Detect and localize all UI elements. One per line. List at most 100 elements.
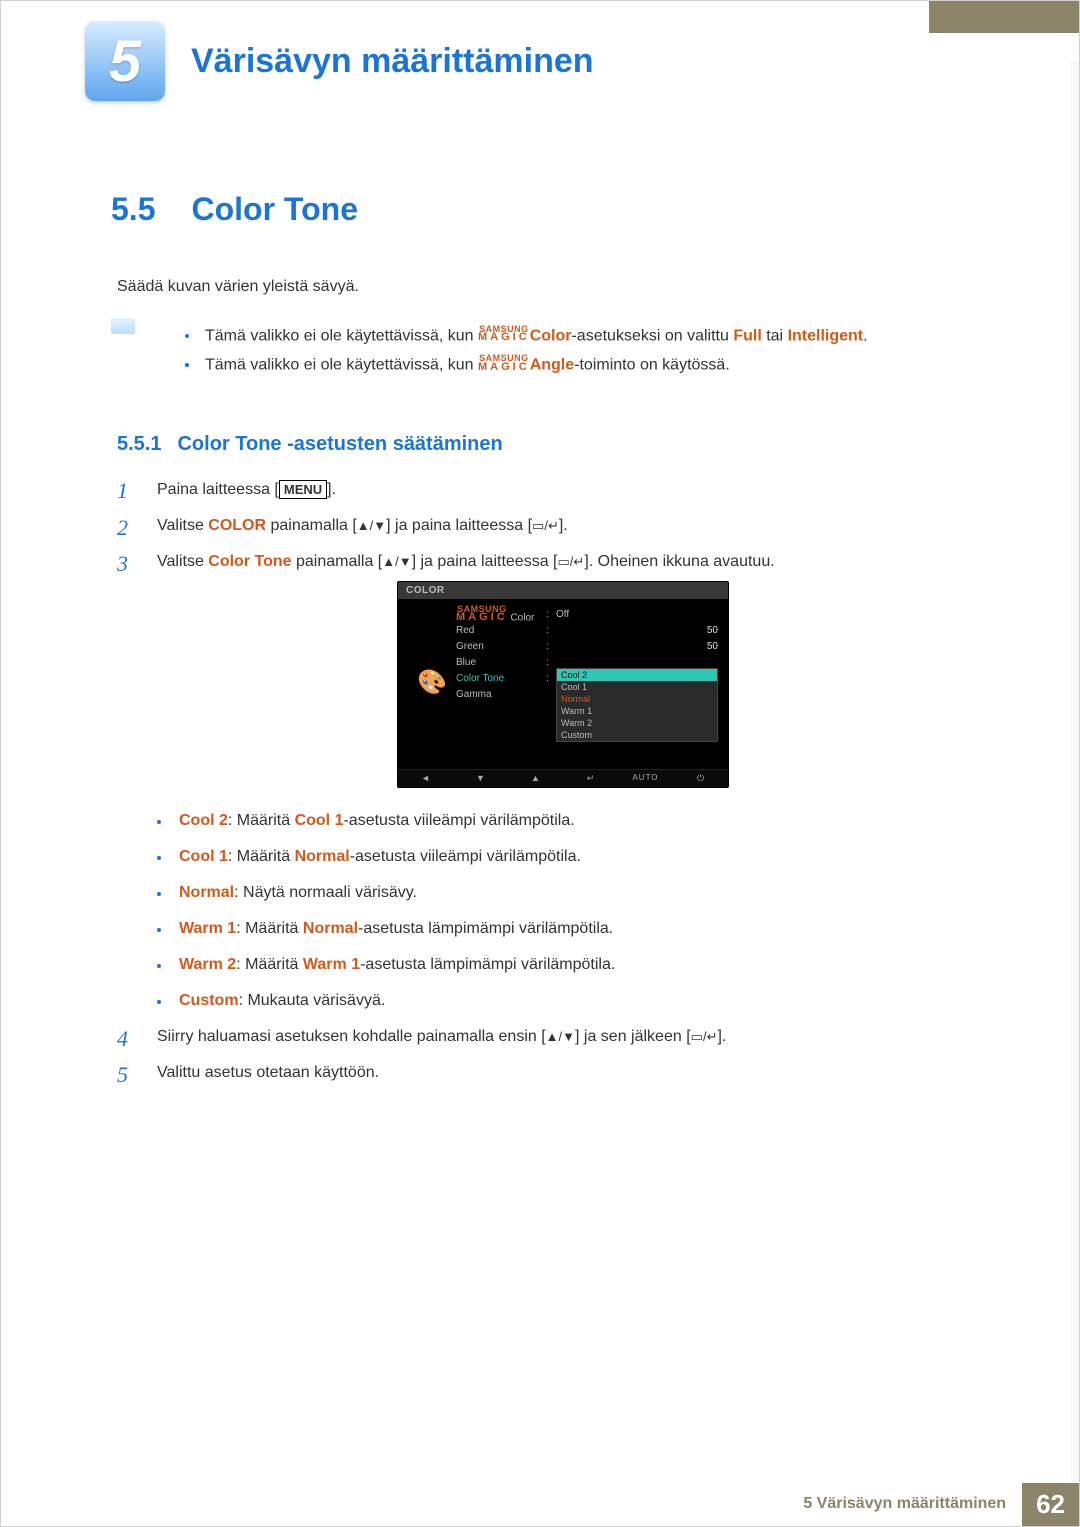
osd-label-highlight: Color Tone — [456, 673, 546, 684]
step-text: Paina laitteessa [ — [157, 481, 279, 498]
step-text: ]. — [327, 481, 336, 498]
keyword: Normal — [303, 920, 358, 937]
osd-row: Green:50 — [456, 639, 718, 655]
osd-body: 🎨 SAMSUNGMAGIC Color : Off Red:50 Green:… — [398, 599, 728, 769]
osd-option: Cool 2 — [557, 669, 717, 681]
source-icon: ▭ — [532, 519, 544, 532]
step-text: Valitse — [157, 553, 208, 570]
chapter-number: 5 — [109, 28, 141, 95]
osd-down-icon: ▼ — [453, 770, 508, 787]
enter-icon: ↵ — [573, 555, 584, 568]
page-footer: 5 Värisävyn määrittäminen 62 — [1, 1483, 1079, 1526]
osd-label: Green — [456, 641, 546, 652]
osd-label: SAMSUNGMAGIC Color — [456, 606, 546, 623]
samsung-magic-logo: SAMSUNGMAGIC — [478, 355, 530, 371]
osd-row: Red:50 — [456, 623, 718, 639]
note-text: -toiminto on käytössä. — [574, 357, 730, 374]
osd-option: Normal — [557, 693, 717, 705]
content: 5.5Color Tone Säädä kuvan värien yleistä… — [1, 101, 1079, 1082]
chapter-header: 5 Värisävyn määrittäminen — [1, 1, 1079, 101]
page: 5 Värisävyn määrittäminen 5.5Color Tone … — [0, 0, 1080, 1527]
step-item: Valittu asetus otetaan käyttöön. — [117, 1064, 969, 1082]
section-heading: 5.5Color Tone — [111, 191, 969, 228]
keyword: Cool 2 — [179, 812, 228, 829]
note-item: Tämä valikko ei ole käytettävissä, kun S… — [185, 355, 868, 374]
decorative-top-bar — [929, 1, 1079, 33]
list-item: Normal: Näytä normaali värisävy. — [157, 884, 969, 902]
list-item: Cool 2: Määritä Cool 1-asetusta viileämp… — [157, 812, 969, 830]
osd-label: Blue — [456, 657, 546, 668]
keyword: Intelligent — [788, 327, 864, 344]
chapter-title: Värisävyn määrittäminen — [191, 42, 594, 81]
osd-option: Warm 1 — [557, 705, 717, 717]
osd-power-icon: ⏻ — [673, 770, 728, 787]
subsection-title: Color Tone -asetusten säätäminen — [177, 433, 502, 455]
source-icon: ▭ — [557, 555, 569, 568]
keyword: Cool 1 — [179, 848, 228, 865]
intro-text: Säädä kuvan värien yleistä sävyä. — [117, 278, 969, 296]
osd-title: COLOR — [398, 582, 728, 599]
step-text: ]. — [559, 517, 568, 534]
note-text: -asetukseksi on valittu — [571, 327, 733, 344]
osd-option: Custom — [557, 729, 717, 741]
list-item: Warm 2: Määritä Warm 1-asetusta lämpimäm… — [157, 956, 969, 974]
page-number: 62 — [1022, 1483, 1079, 1526]
decorative-side-bar — [1071, 61, 1079, 1482]
osd-button-bar: ◄ ▼ ▲ ↵ AUTO ⏻ — [398, 769, 728, 787]
bullet-icon — [185, 363, 189, 367]
step-text: Siirry haluamasi asetuksen kohdalle pain… — [157, 1028, 546, 1045]
footer-chapter-label: 5 Värisävyn määrittäminen — [787, 1483, 1022, 1526]
keyword: Angle — [530, 357, 574, 374]
step-text: painamalla [ — [266, 517, 357, 534]
osd-screenshot: COLOR 🎨 SAMSUNGMAGIC Color : Off Red:50 … — [397, 581, 729, 788]
step-text: ] ja paina laitteessa [ — [386, 517, 532, 534]
list-item: Cool 1: Määritä Normal-asetusta viileämp… — [157, 848, 969, 866]
step-text: ]. Oheinen ikkuna avautuu. — [584, 553, 774, 570]
step-item: Siirry haluamasi asetuksen kohdalle pain… — [117, 1028, 969, 1046]
step-text: ] ja sen jälkeen [ — [575, 1028, 691, 1045]
osd-colon: : — [546, 609, 556, 620]
step-text: ]. — [717, 1028, 726, 1045]
updown-icon: ▲/▼ — [546, 1029, 575, 1044]
keyword: Warm 2 — [179, 956, 236, 973]
enter-icon: ↵ — [548, 519, 559, 532]
option-descriptions: Cool 2: Määritä Cool 1-asetusta viileämp… — [157, 812, 969, 1010]
note-text: Tämä valikko ei ole käytettävissä, kun — [205, 327, 478, 344]
chapter-number-badge: 5 — [85, 21, 165, 101]
note-text: tai — [762, 327, 788, 344]
osd-label: Gamma — [456, 689, 546, 700]
step-text: Valittu asetus otetaan käyttöön. — [157, 1064, 379, 1081]
notes-block: Tämä valikko ei ole käytettävissä, kun S… — [111, 316, 969, 385]
keyword: Normal — [179, 884, 234, 901]
menu-button-icon: MENU — [279, 480, 327, 499]
keyword: Warm 1 — [303, 956, 360, 973]
section-title: Color Tone — [191, 191, 358, 227]
keyword: Cool 1 — [295, 812, 344, 829]
keyword: COLOR — [208, 517, 266, 534]
step-item: Valitse COLOR painamalla [▲/▼] ja paina … — [117, 517, 969, 535]
samsung-magic-logo: SAMSUNGMAGIC — [478, 326, 530, 342]
osd-label: Red — [456, 625, 546, 636]
subsection-number: 5.5.1 — [117, 433, 161, 455]
osd-up-icon: ▲ — [508, 770, 563, 787]
step-text: ] ja paina laitteessa [ — [412, 553, 558, 570]
palette-icon: 🎨 — [408, 607, 456, 759]
note-text: . — [863, 327, 867, 344]
osd-value: 50 — [688, 625, 718, 636]
subsection-heading: 5.5.1 Color Tone -asetusten säätäminen — [117, 433, 969, 456]
samsung-magic-logo: SAMSUNGMAGIC — [456, 606, 508, 622]
step-text: painamalla [ — [292, 553, 383, 570]
keyword: Color — [530, 327, 572, 344]
keyword: Custom — [179, 992, 239, 1009]
keyword: Color Tone — [208, 553, 291, 570]
updown-icon: ▲/▼ — [382, 554, 411, 569]
osd-value: Off — [556, 609, 718, 620]
note-text: Tämä valikko ei ole käytettävissä, kun — [205, 357, 478, 374]
keyword: Normal — [295, 848, 350, 865]
list-item: Custom: Mukauta värisävyä. — [157, 992, 969, 1010]
note-icon — [111, 318, 135, 334]
step-item: Valitse Color Tone painamalla [▲/▼] ja p… — [117, 553, 969, 1010]
osd-value: 50 — [688, 641, 718, 652]
osd-auto-label: AUTO — [618, 770, 673, 787]
osd-option: Warm 2 — [557, 717, 717, 729]
